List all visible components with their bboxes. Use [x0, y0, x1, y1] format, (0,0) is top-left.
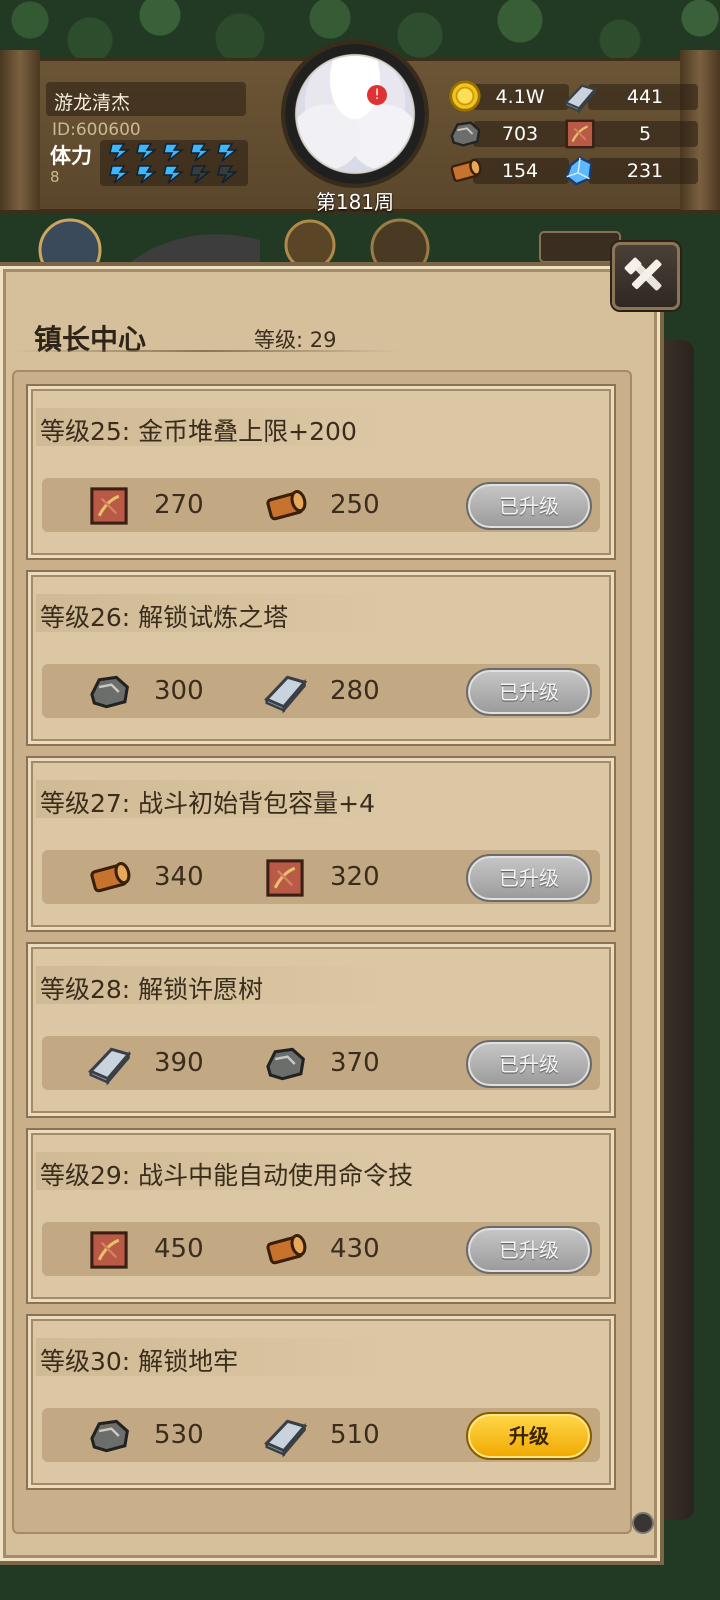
stamina-label: 体力: [50, 144, 92, 168]
wood-log-icon: [445, 154, 485, 188]
avatar-hair: [297, 56, 413, 172]
cost-row: 390 370 已升级: [42, 1036, 600, 1090]
lightning-bolt-icon: [216, 142, 239, 162]
lightning-bolt-icon: [162, 164, 185, 184]
cost-value: 280: [330, 676, 380, 706]
cost-value: 300: [154, 676, 204, 706]
upgraded-button[interactable]: 已升级: [466, 482, 592, 530]
anger-mark-icon: !: [367, 85, 387, 105]
resource-wood-log[interactable]: 154: [445, 156, 571, 186]
upgrade-title: 等级27: 战斗初始背包容量+4: [40, 789, 376, 818]
lightning-bolt-icon: [216, 164, 239, 184]
upgraded-button[interactable]: 已升级: [466, 854, 592, 902]
upgrade-title: 等级26: 解锁试炼之塔: [40, 603, 289, 632]
crystal-gem-icon: [560, 154, 600, 188]
wood-log-icon: [260, 1228, 310, 1272]
resource-value: 5: [638, 123, 652, 145]
cost-value: 320: [330, 862, 380, 892]
upgrade-card: 等级27: 战斗初始背包容量+4 340 320 已升级: [26, 756, 616, 932]
corner-rivet: [632, 1512, 654, 1534]
stone-ore-icon: [260, 1042, 310, 1086]
upgrade-card: 等级29: 战斗中能自动使用命令技 450 430 已升级: [26, 1128, 616, 1304]
resource-value: 231: [626, 160, 664, 182]
hammer-icon: [624, 257, 662, 291]
cost-value: 510: [330, 1420, 380, 1450]
resource-value: 154: [501, 160, 539, 182]
upgrade-card: 等级25: 金币堆叠上限+200 270 250 已升级: [26, 384, 616, 560]
player-name-plate: 游龙清杰: [46, 82, 246, 116]
cost-value: 450: [154, 1234, 204, 1264]
lightning-bolt-icon: [189, 164, 212, 184]
stamina-value: 8: [50, 168, 60, 186]
cost-value: 340: [154, 862, 204, 892]
cost-value: 390: [154, 1048, 204, 1078]
lightning-bolt-icon: [189, 142, 212, 162]
cost-value: 430: [330, 1234, 380, 1264]
leather-hide-icon: [84, 484, 134, 528]
steel-ingot-icon: [260, 670, 310, 714]
wood-log-icon: [84, 856, 134, 900]
cost-row: 530 510 升级: [42, 1408, 600, 1462]
cost-row: 270 250 已升级: [42, 478, 600, 532]
town-level-label: 等级: 29: [254, 328, 337, 352]
leather-hide-icon: [560, 117, 600, 151]
player-id: ID:600600: [52, 120, 141, 140]
steel-ingot-icon: [84, 1042, 134, 1086]
avatar[interactable]: [297, 56, 413, 172]
upgraded-button[interactable]: 已升级: [466, 1040, 592, 1088]
lightning-bolt-icon: [162, 142, 185, 162]
cost-value: 270: [154, 490, 204, 520]
hud-post-left: [0, 50, 40, 210]
wood-log-icon: [260, 484, 310, 528]
lightning-bolt-icon: [135, 142, 158, 162]
cost-value: 370: [330, 1048, 380, 1078]
resource-gold-coin[interactable]: 4.1W: [445, 80, 571, 114]
upgrade-card: 等级26: 解锁试炼之塔 300 280 已升级: [26, 570, 616, 746]
stone-ore-icon: [84, 670, 134, 714]
upgrade-card: 等级30: 解锁地牢 530 510 升级: [26, 1314, 616, 1490]
upgrade-title: 等级28: 解锁许愿树: [40, 975, 264, 1004]
lightning-bolt-icon: [108, 142, 131, 162]
panel-scroll-track[interactable]: [660, 340, 694, 1520]
stone-ore-icon: [445, 117, 485, 151]
lightning-bolt-icon: [108, 164, 131, 184]
title-divider: [10, 350, 400, 352]
stone-ore-icon: [84, 1414, 134, 1458]
cost-row: 340 320 已升级: [42, 850, 600, 904]
upgraded-button[interactable]: 已升级: [466, 1226, 592, 1274]
cost-value: 530: [154, 1420, 204, 1450]
upgrade-button[interactable]: 升级: [466, 1412, 592, 1460]
lightning-bolt-icon: [135, 164, 158, 184]
cost-row: 450 430 已升级: [42, 1222, 600, 1276]
resource-crystal-gem[interactable]: 231: [560, 156, 700, 186]
upgraded-button[interactable]: 已升级: [466, 668, 592, 716]
leather-hide-icon: [84, 1228, 134, 1272]
steel-ingot-icon: [560, 80, 600, 114]
resource-value: 441: [626, 86, 664, 108]
panel-title: 镇长中心: [34, 323, 147, 356]
stamina-meter: [100, 140, 248, 186]
resource-leather-hide[interactable]: 5: [560, 119, 700, 149]
steel-ingot-icon: [260, 1414, 310, 1458]
cost-row: 300 280 已升级: [42, 664, 600, 718]
player-name: 游龙清杰: [54, 92, 131, 114]
upgrade-title: 等级25: 金币堆叠上限+200: [40, 417, 357, 446]
resource-stone-ore[interactable]: 703: [445, 119, 571, 149]
upgrade-title: 等级30: 解锁地牢: [40, 1347, 239, 1376]
upgrade-title: 等级29: 战斗中能自动使用命令技: [40, 1161, 414, 1190]
build-hammer-button[interactable]: [612, 242, 680, 310]
resource-value: 703: [501, 123, 539, 145]
cost-value: 250: [330, 490, 380, 520]
gold-coin-icon: [445, 80, 485, 114]
resource-value: 4.1W: [495, 86, 545, 108]
upgrade-card: 等级28: 解锁许愿树 390 370 已升级: [26, 942, 616, 1118]
leather-hide-icon: [260, 856, 310, 900]
resource-steel-ingot[interactable]: 441: [560, 80, 700, 114]
player-info[interactable]: 游龙清杰 ID:600600 体力 8: [46, 80, 254, 190]
